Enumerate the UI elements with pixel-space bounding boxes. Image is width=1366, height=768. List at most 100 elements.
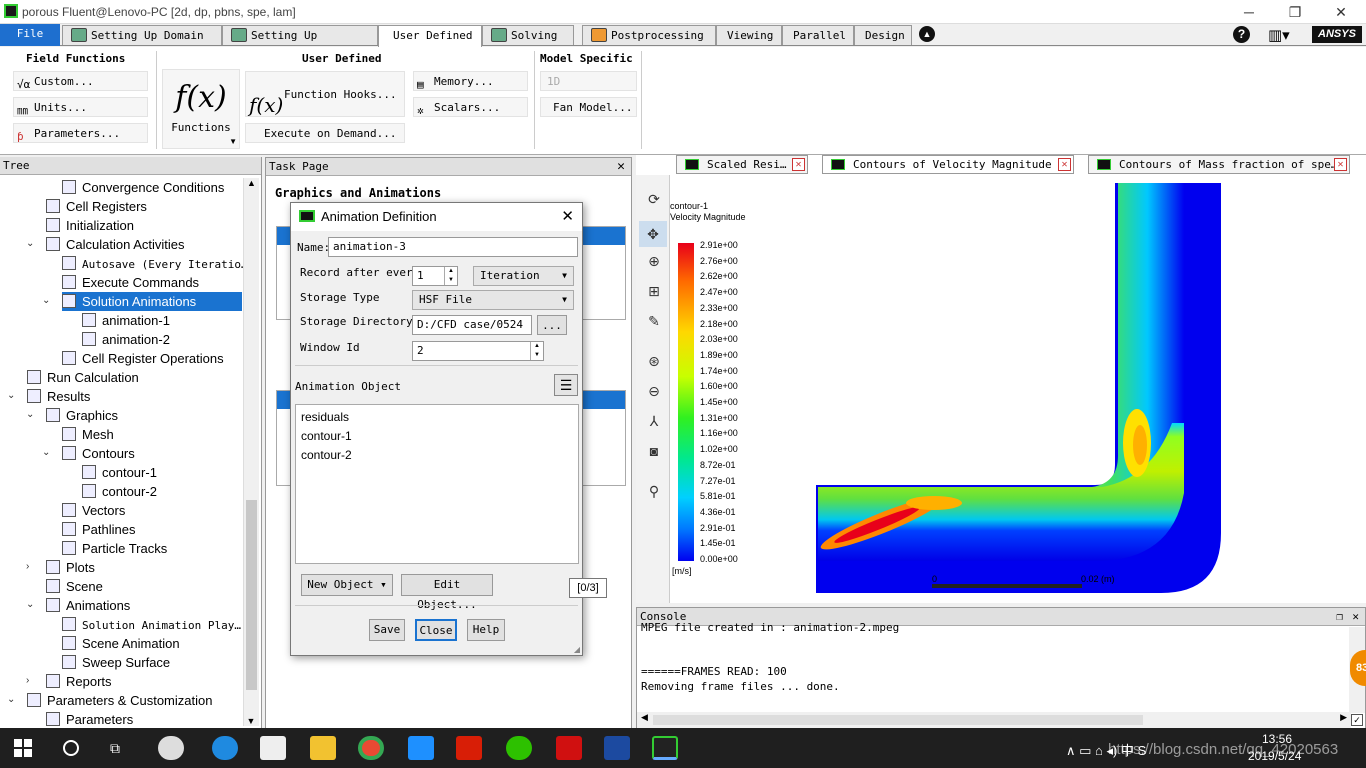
tree-item[interactable]: Cell Registers [46,197,147,216]
view-options-icon[interactable]: ⚲ [645,483,663,501]
tree-item[interactable]: Solution Animation Play… [62,615,241,634]
explorer-icon[interactable] [310,736,336,760]
layout-icon[interactable]: ▥▾ [1268,26,1290,44]
tree-item[interactable]: animation-1 [82,311,170,330]
tree-item[interactable]: Solution Animations [62,292,242,311]
axes-icon[interactable]: ⅄ [645,413,663,431]
tree-item[interactable]: Convergence Conditions [62,178,224,197]
resize-grip-icon[interactable]: ◢ [574,645,580,654]
graphics-tab-contours-velocity[interactable]: Contours of Velocity Magnitude … ✕ [822,155,1074,174]
tab-postprocessing[interactable]: Postprocessing [582,25,716,45]
zoom-box-icon[interactable]: ⊞ [645,283,663,301]
storage-type-dropdown[interactable]: HSF File [412,290,574,310]
tree-expander-icon[interactable]: › [26,561,38,572]
wechat-icon[interactable] [506,736,532,760]
chrome-icon[interactable] [358,736,384,760]
tree-expander-icon[interactable]: ⌄ [26,599,38,610]
record-stepper-icon[interactable]: ▲ ▼ [444,267,457,285]
custom-button[interactable]: √α Custom... [13,71,148,91]
tree-item[interactable]: Vectors [62,501,125,520]
save-button[interactable]: Save [369,619,405,641]
scroll-thumb[interactable] [246,500,257,690]
graphics-tab-scaled-residuals[interactable]: Scaled Resi… ✕ [676,155,808,174]
record-unit-dropdown[interactable]: Iteration [473,266,574,286]
restore-icon[interactable]: ❐ [1272,2,1318,22]
edge-icon[interactable] [212,736,238,760]
storage-dir-input[interactable]: D:/CFD case/0524 [412,315,532,335]
close-tab-icon[interactable]: ✕ [1334,158,1347,171]
scroll-left-icon[interactable]: ◀ [641,712,648,723]
function-hooks-button[interactable]: f(x) Function Hooks... [245,71,405,117]
tree-expander-icon[interactable]: ⌄ [26,409,38,420]
parameters-button[interactable]: ƥ Parameters... [13,123,148,143]
units-button[interactable]: ㎜ Units... [13,97,148,117]
list-item[interactable]: contour-1 [301,427,573,446]
tree-item[interactable]: Reports [46,672,112,691]
new-object-button[interactable]: New Object ▾ [301,574,393,596]
tree-item[interactable]: Sweep Surface [62,653,170,672]
help-button[interactable]: Help [467,619,505,641]
tree-item[interactable]: Particle Tracks [62,539,167,558]
tab-viewing[interactable]: Viewing [716,25,782,45]
close-dialog-icon[interactable]: ✕ [561,207,574,225]
tree-item[interactable]: Pathlines [62,520,135,539]
tree-item[interactable]: Parameters & Customization [27,691,212,710]
tab-setting-up-physics[interactable]: Setting Up Physics [222,25,378,61]
window-id-input[interactable]: 2 [412,341,544,361]
task-view-icon[interactable]: ⧉ [110,740,120,757]
list-item[interactable]: residuals [301,408,573,427]
zoom-to-fit-icon[interactable]: ⊛ [645,353,663,371]
zoom-icon[interactable]: ⊕ [645,253,663,271]
animation-object-list[interactable]: residuals contour-1 contour-2 [295,404,579,564]
camera-icon[interactable]: ◙ [645,443,663,461]
tree-item[interactable]: Plots [46,558,95,577]
scroll-down-icon[interactable]: ▼ [244,716,258,726]
console-checkbox[interactable]: ✓ [1351,714,1363,726]
tree-item[interactable]: Initialization [46,216,134,235]
tree-item[interactable]: Graphics [46,406,118,425]
edit-object-button[interactable]: Edit Object... [401,574,493,611]
tree-item[interactable]: Calculation Activities [46,235,185,254]
minimize-icon[interactable]: ─ [1226,2,1272,22]
tab-user-defined[interactable]: User Defined [378,25,482,47]
app-icon-3[interactable] [456,736,482,760]
object-menu-icon[interactable]: ☰ [554,374,578,396]
app-icon-4[interactable] [604,736,630,760]
tree-item[interactable]: Results [27,387,90,406]
tree-expander-icon[interactable]: ⌄ [7,390,19,401]
close-console-icon[interactable]: ✕ [1352,608,1359,626]
tree-item[interactable]: Autosave (Every Iteratio… [62,254,248,273]
app-icon-2[interactable] [408,736,434,760]
console-hscrollbar[interactable]: ◀ ▶ [637,712,1351,728]
probe-icon[interactable]: ✎ [645,313,663,331]
tree-item[interactable]: Contours [62,444,135,463]
tab-solving[interactable]: Solving [482,25,574,45]
tree-item[interactable]: animation-2 [82,330,170,349]
tree-item[interactable]: Scene Animation [62,634,180,653]
tab-setting-up-domain[interactable]: Setting Up Domain [62,25,222,45]
scroll-up-icon[interactable]: ▲ [244,178,259,188]
tree-item[interactable]: contour-2 [82,482,157,501]
scroll-thumb[interactable] [653,715,1143,725]
tree-scrollbar[interactable]: ▲ ▼ [243,178,259,726]
zoom-out-icon[interactable]: ⊖ [645,383,663,401]
close-button[interactable]: Close [415,619,457,641]
acrobat-icon[interactable] [556,736,582,760]
tree-expander-icon[interactable]: ⌄ [42,295,54,306]
fan-model-button[interactable]: Fan Model... [540,97,637,117]
rotate-icon[interactable]: ⟳ [645,191,663,209]
browse-button[interactable]: ... [537,315,567,335]
list-item[interactable]: contour-2 [301,446,573,465]
tree-item[interactable]: Scene [46,577,103,596]
name-input[interactable]: animation-3 [328,237,578,257]
graphics-tab-contours-mass-fraction[interactable]: Contours of Mass fraction of spe… ✕ [1088,155,1350,174]
app-icon-1[interactable] [158,736,184,760]
memory-button[interactable]: ▤ Memory... [413,71,528,91]
pan-icon[interactable]: ✥ [639,221,667,247]
tree-item[interactable]: Execute Commands [62,273,199,292]
close-tab-icon[interactable]: ✕ [1058,158,1071,171]
tree-item[interactable]: Run Calculation [27,368,139,387]
close-window-icon[interactable]: ✕ [1318,2,1364,22]
tree-expander-icon[interactable]: ⌄ [7,694,19,705]
fluent-taskbar-icon[interactable] [652,736,678,760]
